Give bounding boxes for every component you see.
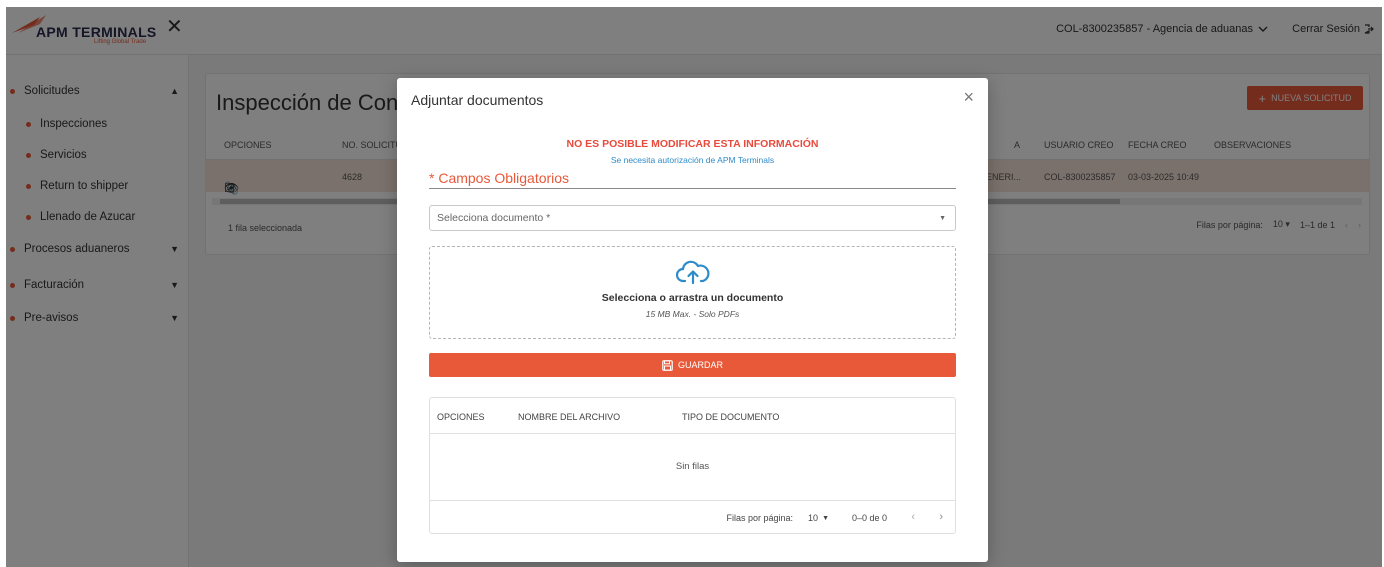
dropzone-subtitle: 15 MB Max. - Solo PDFs xyxy=(645,309,740,319)
close-icon[interactable]: × xyxy=(963,88,974,106)
next-page-icon[interactable]: › xyxy=(939,511,943,523)
documents-table-header: OPCIONES NOMBRE DEL ARCHIVO TIPO DE DOCU… xyxy=(430,398,955,434)
rows-per-page-select[interactable]: 10 ▼ xyxy=(808,513,829,523)
warning-submessage: Se necesita autorización de APM Terminal… xyxy=(610,155,775,165)
required-fields-label: * Campos Obligatorios xyxy=(429,170,570,186)
empty-state: Sin filas xyxy=(675,461,710,472)
cloud-upload-icon xyxy=(676,260,710,285)
documents-pagination: Filas por página: 10 ▼ 0–0 de 0 ‹ › xyxy=(430,500,955,534)
dropzone-title: Selecciona o arrastra un documento xyxy=(601,292,784,304)
save-icon xyxy=(662,359,673,371)
attach-documents-dialog: Adjuntar documentos × NO ES POSIBLE MODI… xyxy=(397,78,988,562)
documents-table: OPCIONES NOMBRE DEL ARCHIVO TIPO DE DOCU… xyxy=(429,397,956,534)
page-range: 0–0 de 0 xyxy=(851,513,887,523)
prev-page-icon[interactable]: ‹ xyxy=(911,511,915,523)
divider xyxy=(429,188,956,189)
column-header[interactable]: TIPO DE DOCUMENTO xyxy=(682,412,779,422)
document-type-select[interactable]: Selecciona documento * ▼ xyxy=(429,205,956,231)
select-placeholder: Selecciona documento * xyxy=(437,212,551,224)
rows-per-page-label: Filas por página: xyxy=(726,513,793,523)
save-label: GUARDAR xyxy=(677,360,723,370)
column-header[interactable]: NOMBRE DEL ARCHIVO xyxy=(518,412,620,422)
dropdown-arrow-icon: ▼ xyxy=(822,514,829,522)
dropdown-arrow-icon: ▼ xyxy=(939,215,946,222)
warning-message: NO ES POSIBLE MODIFICAR ESTA INFORMACIÓN xyxy=(566,138,819,150)
column-header[interactable]: OPCIONES xyxy=(437,412,485,422)
file-dropzone[interactable]: Selecciona o arrastra un documento 15 MB… xyxy=(429,246,956,339)
save-button[interactable]: GUARDAR xyxy=(429,353,956,377)
dialog-title: Adjuntar documentos xyxy=(411,92,544,108)
